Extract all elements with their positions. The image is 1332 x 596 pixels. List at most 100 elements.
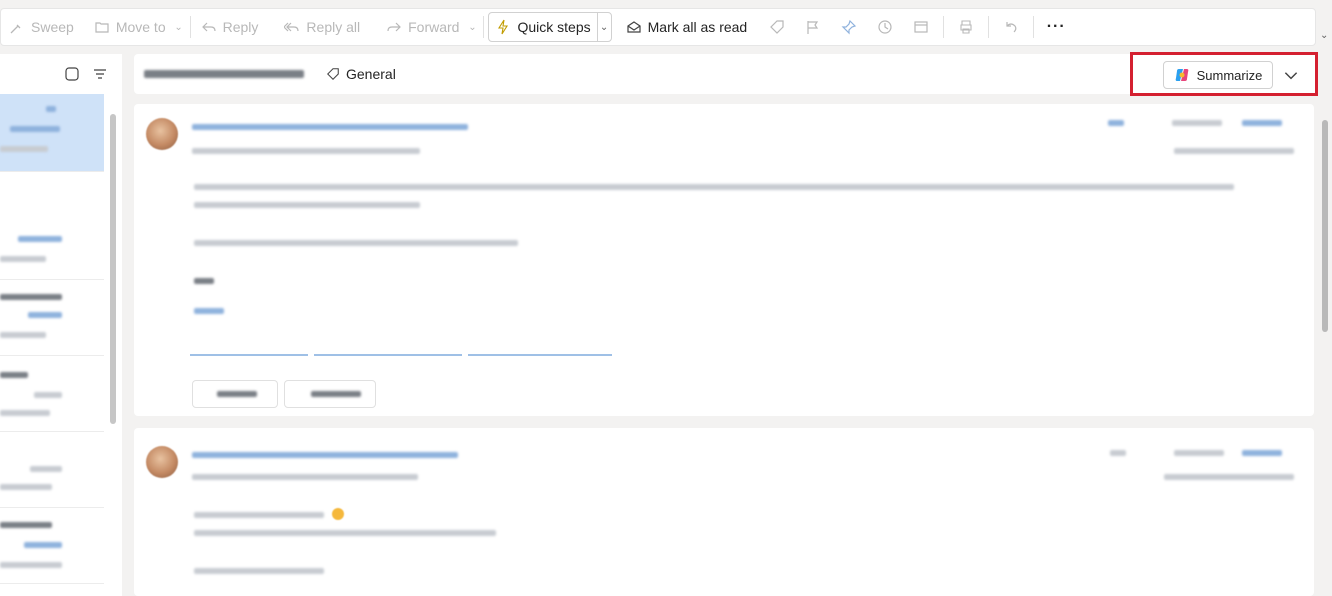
quick-steps-group: Quick steps ⌄ [488,12,612,42]
filter-icon[interactable] [92,66,108,82]
avatar [146,118,178,150]
list-item-marker [46,106,56,112]
rules-button[interactable] [903,13,939,41]
email-subject [144,65,314,83]
printer-icon [960,20,972,34]
message-body-text [194,512,324,518]
command-toolbar: Sweep Move to ⌄ Reply Reply all Forward … [0,8,1316,46]
message-action-icons[interactable] [1242,450,1282,456]
flag-icon [807,21,819,34]
flag-button[interactable] [795,13,831,41]
mark-all-read-button[interactable]: Mark all as read [620,13,754,41]
list-item-text [0,562,62,568]
list-item-text [34,392,62,398]
pin-button[interactable] [831,13,867,41]
forward-label: Forward [408,19,460,35]
link-chip[interactable] [190,338,308,356]
mark-all-read-label: Mark all as read [647,19,748,35]
message-body-text [194,184,1234,190]
email-message [134,428,1314,596]
category-tag[interactable]: General [326,66,396,82]
list-item-text [0,484,52,490]
list-item-text [0,256,46,262]
tag-button[interactable] [759,13,795,41]
summarize-button[interactable]: Summarize [1163,61,1273,89]
reading-pane-scrollbar[interactable] [1322,120,1328,332]
print-button[interactable] [948,13,984,41]
folder-move-icon [95,22,109,33]
message-body-text [194,530,496,536]
sweep-label: Sweep [31,19,74,35]
list-item-text [0,332,46,338]
ribbon-collapse-chevron-icon[interactable]: ⌄ [1320,30,1328,41]
sender-name [192,452,458,458]
recipient-line [192,474,418,480]
copilot-icon [1175,69,1188,81]
message-action-icons[interactable] [1108,120,1124,126]
reply-label: Reply [222,19,259,35]
tag-icon [327,68,339,80]
pin-icon [841,19,857,35]
message-body-text [194,308,224,314]
list-item-text [0,294,62,300]
move-to-label: Move to [115,19,166,35]
move-to-dropdown[interactable]: ⌄ [172,13,186,41]
forward-chip[interactable] [284,380,376,408]
quick-steps-dropdown[interactable]: ⌄ [596,13,611,41]
message-action-icons[interactable] [1174,450,1224,456]
forward-dropdown[interactable]: ⌄ [465,13,479,41]
select-checkbox-icon[interactable] [64,66,80,82]
reply-chip[interactable] [192,380,278,408]
list-item-text [10,126,60,132]
reply-all-button[interactable]: Reply all [278,13,366,41]
tag-icon [770,20,784,34]
reply-all-icon [284,22,300,32]
message-body-text [194,278,214,284]
reply-icon [201,22,216,32]
list-item-text [30,466,62,472]
move-to-button[interactable]: Move to [88,13,172,41]
message-body-text [194,240,518,246]
list-item-text [28,312,62,318]
quick-steps-button[interactable]: Quick steps [489,13,596,41]
toolbar-divider [483,16,485,38]
link-chip[interactable] [468,338,612,356]
message-action-icons[interactable] [1172,120,1222,126]
emoji-icon [332,508,344,520]
toolbar-divider [1033,16,1035,38]
toolbar-divider [988,16,990,38]
broom-icon [10,24,21,34]
list-item[interactable] [0,282,104,356]
quick-steps-label: Quick steps [517,19,591,35]
message-body-text [194,202,420,208]
list-item[interactable] [0,358,104,432]
more-options-label: ··· [1046,18,1066,35]
undo-icon [1006,22,1017,33]
link-chip[interactable] [314,338,462,356]
snooze-button[interactable] [867,13,903,41]
message-action-icons[interactable] [1110,450,1126,456]
toolbar-divider [943,16,945,38]
reply-button[interactable]: Reply [195,13,265,41]
list-item[interactable] [0,434,104,508]
list-item[interactable] [0,510,104,584]
more-options-button[interactable]: ··· [1038,13,1074,41]
email-message [134,104,1314,416]
list-item-text [0,410,50,416]
forward-button[interactable]: Forward [380,13,465,41]
message-action-icons[interactable] [1242,120,1282,126]
reply-chip-label [217,391,257,397]
list-item-text [0,146,48,152]
message-body-text [194,568,324,574]
sweep-button[interactable]: Sweep [3,13,80,41]
reply-all-label: Reply all [306,19,361,35]
message-timestamp [1174,148,1294,154]
message-list-scrollbar[interactable] [110,114,116,424]
list-item[interactable] [0,94,104,172]
chevron-down-icon[interactable] [1282,66,1300,84]
undo-button[interactable] [993,13,1029,41]
list-item[interactable] [0,206,104,280]
message-list [0,54,122,596]
clock-icon [878,20,892,34]
message-list-header [0,54,122,94]
